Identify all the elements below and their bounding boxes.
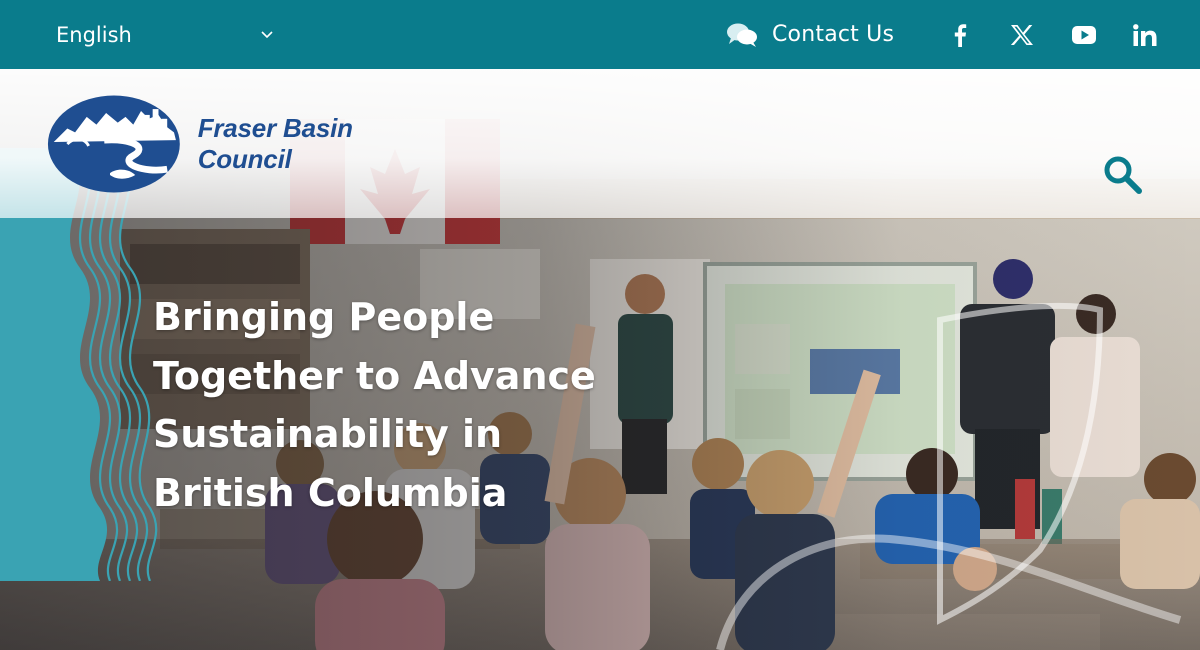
language-selected-label: English xyxy=(56,22,132,47)
chevron-down-icon xyxy=(261,30,273,38)
chat-bubbles-icon xyxy=(727,23,757,47)
hero-headline: Bringing People Together to Advance Sust… xyxy=(153,295,596,515)
top-utility-bar: English Contact Us xyxy=(0,0,1200,69)
site-logo[interactable]: Fraser Basin Council xyxy=(46,92,446,196)
search-icon xyxy=(1104,156,1142,194)
logo-text: Fraser Basin Council xyxy=(197,113,353,174)
youtube-icon xyxy=(1072,25,1096,44)
x-link[interactable] xyxy=(1008,0,1036,69)
x-icon xyxy=(1010,24,1033,45)
language-selector[interactable]: English xyxy=(56,0,278,69)
linkedin-link[interactable] xyxy=(1130,0,1160,69)
fraser-basin-council-logo-icon xyxy=(47,95,180,193)
facebook-icon xyxy=(954,23,967,47)
contact-us-link[interactable]: Contact Us xyxy=(726,0,894,69)
search-button[interactable] xyxy=(1102,154,1144,196)
linkedin-icon xyxy=(1133,23,1157,46)
contact-us-label: Contact Us xyxy=(772,22,895,47)
facebook-link[interactable] xyxy=(948,0,972,69)
youtube-link[interactable] xyxy=(1068,0,1100,69)
